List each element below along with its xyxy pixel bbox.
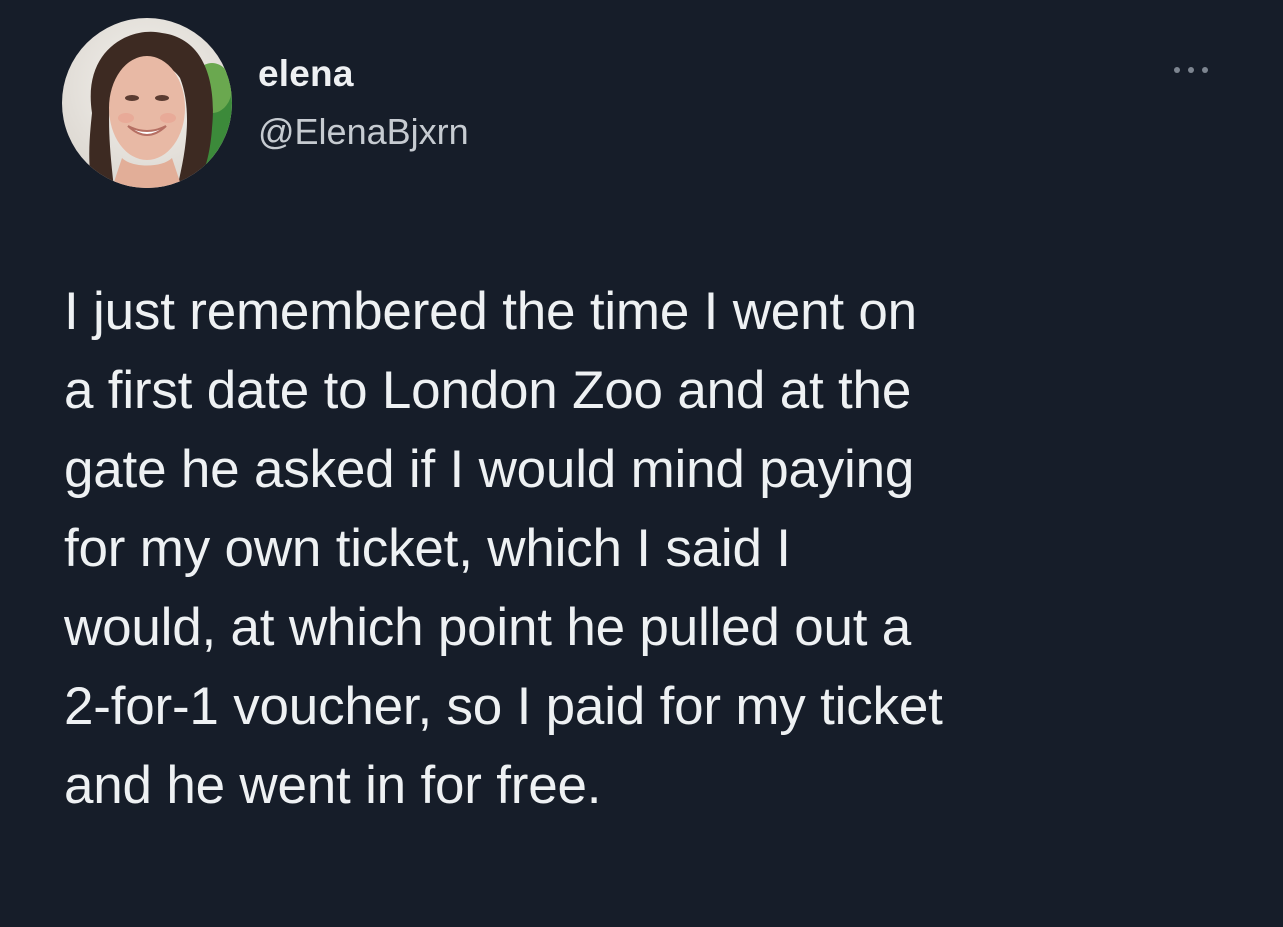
tweet-card: elena @ElenaBjxrn I just remembered the …	[0, 0, 1283, 927]
more-options-button[interactable]	[1166, 58, 1216, 82]
profile-photo	[62, 18, 232, 188]
avatar[interactable]	[62, 18, 232, 188]
user-handle[interactable]: @ElenaBjxrn	[258, 110, 469, 153]
display-name[interactable]: elena	[258, 52, 354, 96]
more-horizontal-icon	[1174, 67, 1208, 73]
tweet-text: I just remembered the time I went on a f…	[64, 282, 943, 815]
